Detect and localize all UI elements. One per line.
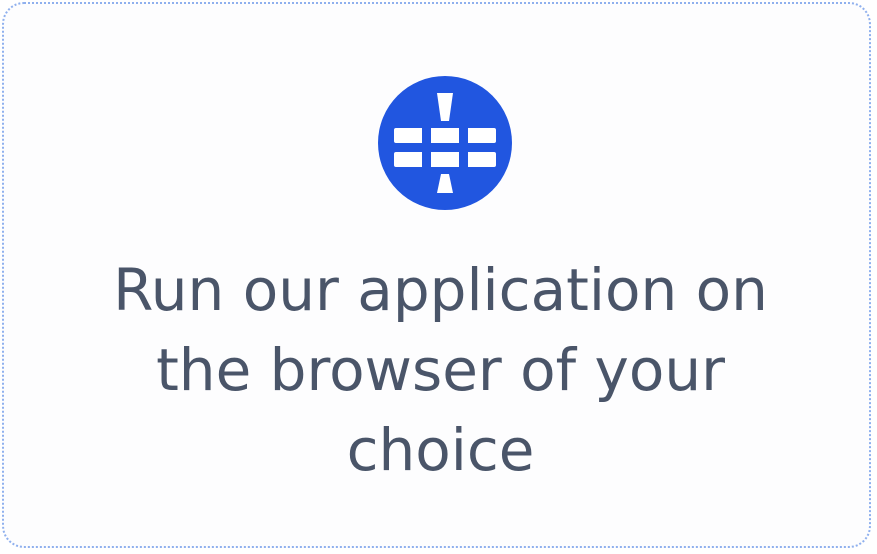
card-caption: Run our application on the browser of yo… — [44, 250, 837, 490]
browser-support-card: Run our application on the browser of yo… — [2, 2, 871, 548]
caption-line-2: the browser of your — [156, 336, 725, 404]
caption-line-3: choice — [346, 416, 535, 484]
caption-line-1: Run our application on — [113, 256, 768, 324]
globe-icon — [378, 76, 512, 210]
